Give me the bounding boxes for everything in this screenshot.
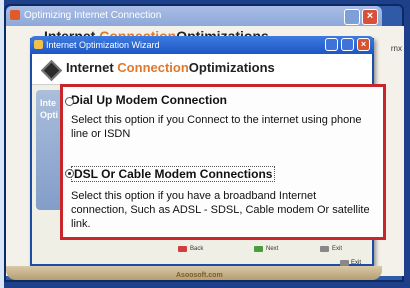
- exit-button[interactable]: Exit: [340, 260, 361, 266]
- side-panel-text-2: Opti: [40, 110, 58, 120]
- wizard-close-button[interactable]: ×: [357, 38, 370, 51]
- option-dial-up-description: Select this option if you Connect to the…: [71, 114, 362, 140]
- app-icon: [10, 10, 20, 20]
- exit-button-icon: [340, 260, 349, 266]
- wizard-heading-prefix: Internet: [66, 60, 114, 75]
- back-arrow-icon: [178, 246, 187, 252]
- option-dsl-cable-description: Select this option if you have a broadba…: [71, 190, 370, 230]
- option-dsl-cable[interactable]: DSL Or Cable Modem Connections Select th…: [65, 165, 371, 231]
- site-link[interactable]: Asoosoft.com: [176, 272, 223, 279]
- wizard-title: Internet Optimization Wizard: [46, 40, 160, 50]
- option-dsl-cable-title: DSL Or Cable Modem Connections: [71, 166, 276, 182]
- background-window-title: Optimizing Internet Connection: [24, 10, 162, 21]
- next-button-label: Next: [266, 246, 279, 252]
- next-button[interactable]: Next: [254, 246, 278, 252]
- back-button[interactable]: Back: [178, 246, 203, 252]
- minimize-button[interactable]: [344, 9, 360, 25]
- wizard-heading: Internet ConnectionOptimizations: [66, 60, 275, 75]
- close-button[interactable]: ×: [362, 9, 378, 25]
- exit-wizard-button[interactable]: Exit: [320, 246, 342, 252]
- wizard-titlebar: Internet Optimization Wizard ×: [30, 36, 374, 54]
- exit-wizard-label: Exit: [332, 246, 343, 252]
- connection-options-highlight: Dial Up Modem Connection Select this opt…: [60, 84, 386, 240]
- next-arrow-icon: [254, 246, 263, 252]
- exit-button-label: Exit: [351, 260, 362, 266]
- wizard-heading-accent: Connection: [117, 60, 189, 75]
- radio-dsl-cable[interactable]: [65, 169, 74, 178]
- wizard-maximize-button[interactable]: [341, 38, 354, 51]
- wizard-minimize-button[interactable]: [325, 38, 338, 51]
- radio-dial-up[interactable]: [65, 97, 74, 106]
- wizard-header: Internet ConnectionOptimizations: [32, 54, 372, 85]
- wizard-heading-suffix: Optimizations: [188, 60, 275, 75]
- wizard-icon: [34, 40, 43, 49]
- background-window-titlebar: Optimizing Internet Connection ×: [6, 6, 382, 26]
- back-button-label: Back: [190, 246, 204, 252]
- exit-icon: [320, 246, 329, 252]
- background-side-text: rnx: [390, 44, 402, 53]
- side-panel-text: Inte: [40, 98, 57, 108]
- option-dial-up-title: Dial Up Modem Connection: [71, 93, 227, 107]
- diamond-logo-icon: [40, 59, 63, 82]
- option-dial-up[interactable]: Dial Up Modem Connection Select this opt…: [65, 93, 371, 141]
